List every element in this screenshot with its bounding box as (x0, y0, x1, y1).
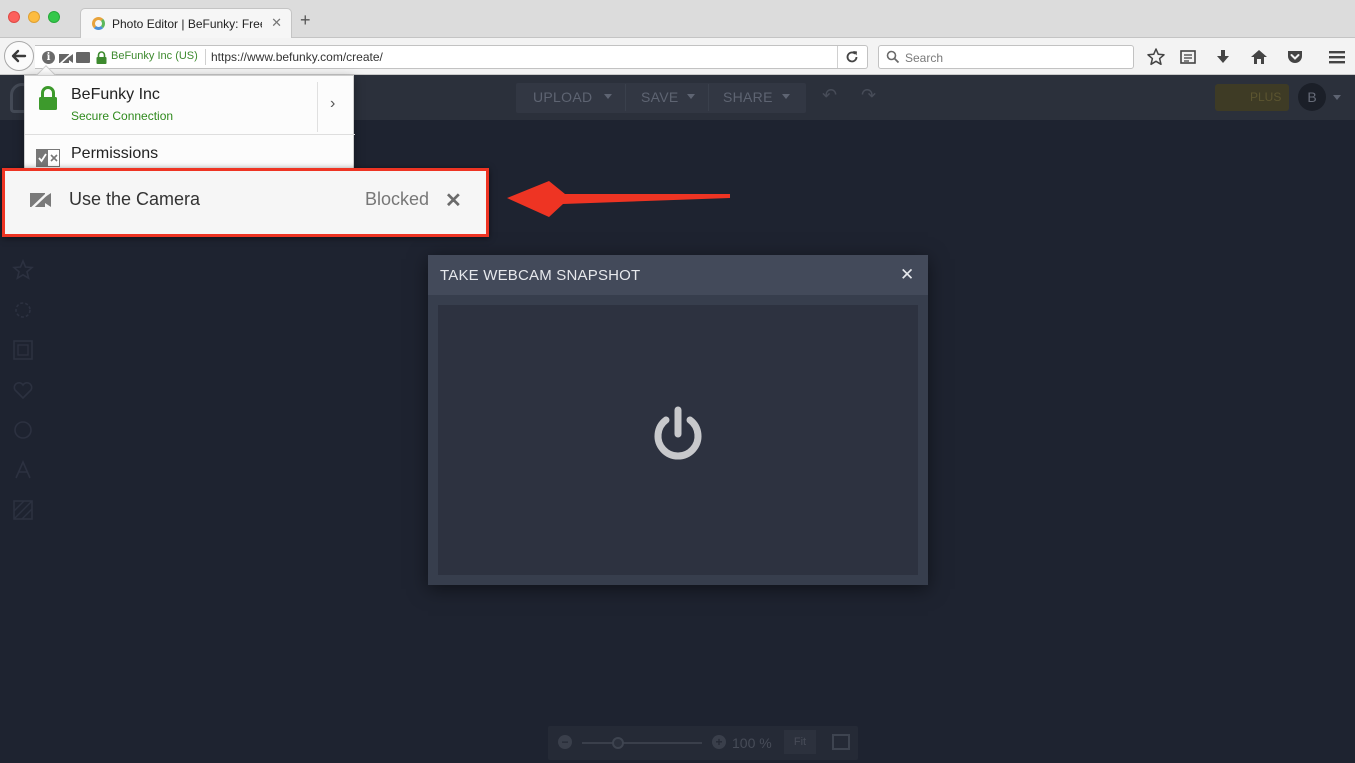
fullscreen-icon[interactable] (832, 734, 850, 750)
menu-share[interactable]: SHARE (723, 89, 773, 105)
zoom-level: 100 % (732, 735, 772, 751)
download-icon[interactable] (1213, 47, 1233, 67)
redo-icon[interactable]: ↷ (861, 85, 876, 106)
webcam-preview (438, 305, 918, 575)
search-input[interactable]: Search (905, 51, 943, 65)
text-icon[interactable] (12, 459, 34, 481)
identity-popup: BeFunky Inc Secure Connection › Permissi… (24, 75, 355, 175)
camera-blocked-icon[interactable] (59, 52, 74, 64)
heart-icon[interactable] (12, 379, 34, 401)
favorites-star-icon[interactable] (12, 259, 34, 281)
back-arrow-icon (11, 49, 27, 63)
camera-permission-state: Blocked (365, 189, 430, 209)
popup-site-name: BeFunky Inc (71, 86, 160, 103)
url-text[interactable]: https://www.befunky.com/create/ (211, 50, 383, 64)
popup-divider (317, 82, 318, 132)
url-divider (205, 49, 206, 65)
remove-permission-icon[interactable]: ✕ (445, 188, 462, 213)
reload-icon[interactable] (845, 50, 859, 64)
window-close-button[interactable] (8, 11, 20, 23)
browser-nav-bar: i BeFunky Inc (US) https://www.befunky.c… (0, 38, 1355, 75)
permissions-icon (36, 149, 60, 167)
dialog-header: TAKE WEBCAM SNAPSHOT ✕ (428, 255, 928, 295)
textures-icon[interactable] (12, 499, 34, 521)
back-button[interactable] (4, 41, 34, 71)
more-info-chevron-icon[interactable]: › (330, 95, 335, 113)
shapes-icon[interactable] (12, 419, 34, 441)
menu-divider (708, 84, 709, 111)
reading-list-icon[interactable] (1178, 47, 1198, 67)
window-minimize-button[interactable] (28, 11, 40, 23)
zoom-slider-handle[interactable] (612, 737, 624, 749)
annotation-arrow (507, 181, 730, 217)
webcam-dialog: TAKE WEBCAM SNAPSHOT ✕ (428, 255, 928, 585)
hamburger-menu-icon[interactable] (1327, 47, 1347, 67)
secure-lock-icon (39, 86, 57, 110)
plus-label: PLUS (1250, 90, 1282, 104)
effects-icon[interactable] (12, 299, 34, 321)
popup-connection-status: Secure Connection (71, 109, 174, 123)
camera-permission-row: Use the Camera Blocked ✕ (2, 168, 489, 237)
browser-tab-bar: Photo Editor | BeFunky: Free Online Phot… (0, 0, 1355, 39)
pocket-icon[interactable] (1285, 47, 1305, 67)
popup-separator (25, 134, 355, 135)
camera-permission-label: Use the Camera (69, 189, 201, 209)
menu-divider (625, 84, 626, 111)
bookmark-star-icon[interactable] (1146, 47, 1166, 67)
permissions-heading: Permissions (71, 145, 159, 162)
site-info-icon[interactable]: i (42, 51, 55, 64)
plus-upgrade-button[interactable]: PLUS (1215, 84, 1289, 111)
save-caret-icon (687, 94, 695, 99)
search-bar[interactable]: Search (878, 45, 1134, 69)
lock-icon (96, 51, 107, 64)
zoom-in-icon[interactable]: + (712, 735, 726, 749)
avatar-caret-icon[interactable] (1333, 95, 1341, 100)
zoom-bar: − + 100 % Fit (548, 726, 858, 760)
dialog-close-icon[interactable]: ✕ (900, 265, 914, 285)
window-zoom-button[interactable] (48, 11, 60, 23)
frames-icon[interactable] (12, 339, 34, 361)
dialog-title: TAKE WEBCAM SNAPSHOT (440, 267, 641, 284)
site-identity-label[interactable]: BeFunky Inc (US) (111, 50, 198, 62)
share-caret-icon (782, 94, 790, 99)
home-icon[interactable] (1249, 47, 1269, 67)
camera-blocked-icon (30, 189, 52, 209)
user-avatar[interactable]: B (1298, 83, 1326, 111)
upload-caret-icon (604, 94, 612, 99)
menu-upload[interactable]: UPLOAD (533, 89, 592, 105)
power-icon[interactable] (651, 406, 705, 464)
screen-share-icon[interactable] (76, 52, 90, 63)
tab-close-icon[interactable]: ✕ (271, 15, 282, 31)
browser-tab[interactable]: Photo Editor | BeFunky: Free Online Phot… (80, 8, 292, 39)
menu-save[interactable]: SAVE (641, 89, 679, 105)
new-tab-button[interactable]: + (300, 11, 311, 29)
zoom-out-icon[interactable]: − (558, 735, 572, 749)
undo-icon[interactable]: ↶ (822, 85, 837, 106)
url-bar[interactable]: i BeFunky Inc (US) https://www.befunky.c… (35, 45, 868, 69)
zoom-slider[interactable] (582, 737, 702, 749)
search-icon (886, 50, 900, 64)
befunky-favicon-icon (92, 17, 105, 30)
tab-title: Photo Editor | BeFunky: Free Online Phot… (112, 17, 262, 31)
zoom-fit-button[interactable]: Fit (784, 730, 816, 754)
